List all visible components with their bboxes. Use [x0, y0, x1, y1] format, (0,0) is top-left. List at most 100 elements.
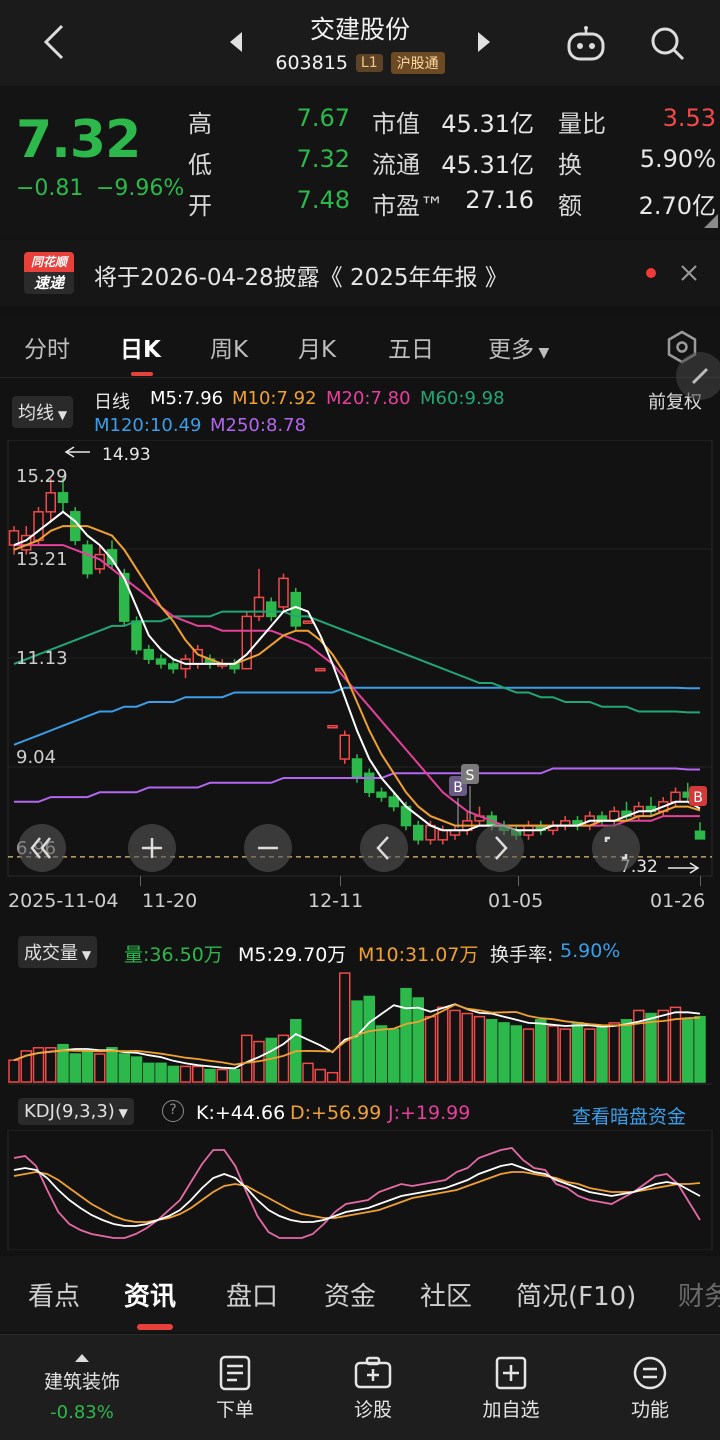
- volume-bar: [608, 1022, 620, 1083]
- candle-body: [290, 591, 301, 627]
- chevron-right-control[interactable]: [476, 824, 524, 872]
- value-pe: 27.16: [465, 186, 534, 214]
- brand-logo: 同花顺 速递: [24, 252, 74, 294]
- tab-monthly-k[interactable]: 月K: [298, 330, 336, 364]
- candlestick-chart[interactable]: 15.2913.2111.139.046.96 14.937.32BSB: [0, 440, 720, 880]
- robot-assistant-button[interactable]: [562, 20, 610, 68]
- brand-line1: 同花顺: [24, 252, 74, 272]
- control-bg: [476, 824, 524, 872]
- volume-bar: [167, 1065, 179, 1083]
- ma20-value: M20:7.80: [326, 388, 411, 409]
- tab-more[interactable]: 更多 ▼: [488, 330, 549, 364]
- order-label: 下单: [215, 1398, 254, 1421]
- value-amount: 2.70亿: [638, 192, 716, 220]
- pencil-icon: [691, 367, 709, 385]
- function-button[interactable]: 功能: [590, 1335, 710, 1440]
- candle-body: [168, 663, 179, 670]
- y-tick-label: 15.29: [16, 466, 68, 487]
- control-bg: [360, 824, 408, 872]
- volume-label: 成交量: [24, 943, 78, 964]
- dark-pool-link[interactable]: 查看暗盘资金: [572, 1102, 686, 1129]
- volume-bar: [400, 987, 412, 1083]
- trade-mark-label: S: [466, 768, 475, 784]
- value-mktcap: 45.31亿: [441, 110, 534, 138]
- notice-bar[interactable]: 同花顺 速递 将于2026-04-28披露《 2025年年报 》: [0, 240, 720, 306]
- volume-bar: [241, 1034, 253, 1083]
- help-icon[interactable]: ?: [162, 1100, 184, 1122]
- unread-dot: [646, 268, 656, 278]
- draw-tool-button[interactable]: [676, 352, 720, 400]
- tab-orderbook[interactable]: 盘口: [226, 1276, 278, 1313]
- order-button[interactable]: 下单: [175, 1335, 295, 1440]
- tab-daily-k[interactable]: 日K: [120, 330, 161, 364]
- kdj-chart[interactable]: [0, 1130, 720, 1250]
- volume-indicator-select[interactable]: 成交量 ▼: [18, 936, 98, 968]
- ma-select-button[interactable]: 均线 ▼: [12, 396, 74, 428]
- tab-intraday[interactable]: 分时: [24, 330, 70, 364]
- sector-button[interactable]: 建筑装饰 -0.83%: [22, 1335, 142, 1440]
- candle-body: [45, 492, 56, 513]
- ma120-value: M120:10.49: [94, 415, 202, 436]
- add-watchlist-button[interactable]: 加自选: [451, 1335, 571, 1440]
- tab-f10[interactable]: 简况(F10): [516, 1276, 636, 1313]
- zoom-in-control[interactable]: [128, 824, 176, 872]
- corner-expand-icon[interactable]: [704, 214, 718, 228]
- volume-bar: [143, 1062, 155, 1083]
- tab-finance[interactable]: 财务: [678, 1276, 720, 1313]
- volume-bar: [179, 1065, 192, 1083]
- diagnose-label: 诊股: [353, 1398, 392, 1421]
- brand-line2: 速递: [24, 272, 74, 294]
- tab-weekly-k[interactable]: 周K: [210, 330, 248, 364]
- y-tick-label: 11.13: [16, 648, 68, 669]
- tab-funds[interactable]: 资金: [324, 1276, 376, 1313]
- candle-body: [364, 772, 375, 794]
- tab-news[interactable]: 资讯: [124, 1276, 176, 1313]
- volume-bar: [437, 1006, 449, 1083]
- value-volratio: 3.53: [662, 104, 716, 132]
- close-icon[interactable]: [680, 264, 698, 282]
- zoom-out-control[interactable]: [244, 824, 292, 872]
- kdj-j-value: J:+19.99: [388, 1102, 471, 1124]
- turnover-value: 5.90%: [560, 940, 621, 962]
- volume-bar: [461, 1012, 473, 1083]
- volume-chart[interactable]: [0, 966, 720, 1086]
- ma60-line: [13, 610, 700, 714]
- connect-badge: 沪股通: [390, 52, 445, 74]
- label-high: 高: [188, 110, 212, 138]
- x-tick-mark: [140, 876, 141, 886]
- kdj-frame: [7, 1130, 713, 1250]
- candle-body: [266, 601, 277, 618]
- volume-bar: [571, 1022, 584, 1083]
- volume-header: 成交量 ▼ 量:36.50万 M5:29.70万 M10:31.07万 换手率:…: [0, 934, 720, 968]
- kdj-indicator-select[interactable]: KDJ(9,3,3) ▼: [18, 1098, 134, 1125]
- candle-body: [82, 544, 93, 575]
- search-button[interactable]: [644, 20, 692, 68]
- candle-body: [143, 648, 154, 660]
- tab-more-label: 更多: [488, 337, 534, 363]
- fullscreen-control[interactable]: [592, 824, 640, 872]
- label-low: 低: [188, 151, 212, 179]
- ma-legend-row: 均线 ▼ 日线 M5:7.96 M10:7.92 M20:7.80 M60:9.…: [0, 352, 720, 442]
- x-axis: 2025-11-04 11-20 12-11 01-05 01-26: [0, 876, 720, 918]
- active-tab-indicator: [137, 1324, 173, 1330]
- tab-community[interactable]: 社区: [420, 1276, 472, 1313]
- candle-body: [327, 724, 338, 729]
- diagnose-button[interactable]: 诊股: [313, 1335, 433, 1440]
- volume-bar: [339, 972, 351, 1083]
- price-change: −0.81: [16, 176, 84, 201]
- label-open: 开: [188, 192, 212, 220]
- volume-bar: [694, 1015, 706, 1083]
- order-form-icon: [219, 1355, 251, 1390]
- chevron-left-control[interactable]: [360, 824, 408, 872]
- candle-body: [302, 620, 314, 624]
- candle-body: [33, 511, 44, 542]
- volume-bar: [81, 1050, 94, 1083]
- next-stock-button[interactable]: [470, 28, 498, 56]
- tab-highlights[interactable]: 看点: [28, 1276, 80, 1313]
- price-change-percent: −9.96%: [96, 176, 185, 201]
- period-label: 日线: [94, 392, 130, 413]
- volume-bar: [363, 995, 375, 1083]
- ma20-line: [14, 544, 700, 827]
- tab-five-day[interactable]: 五日: [388, 330, 434, 364]
- double-chevron-left-control[interactable]: [18, 824, 66, 872]
